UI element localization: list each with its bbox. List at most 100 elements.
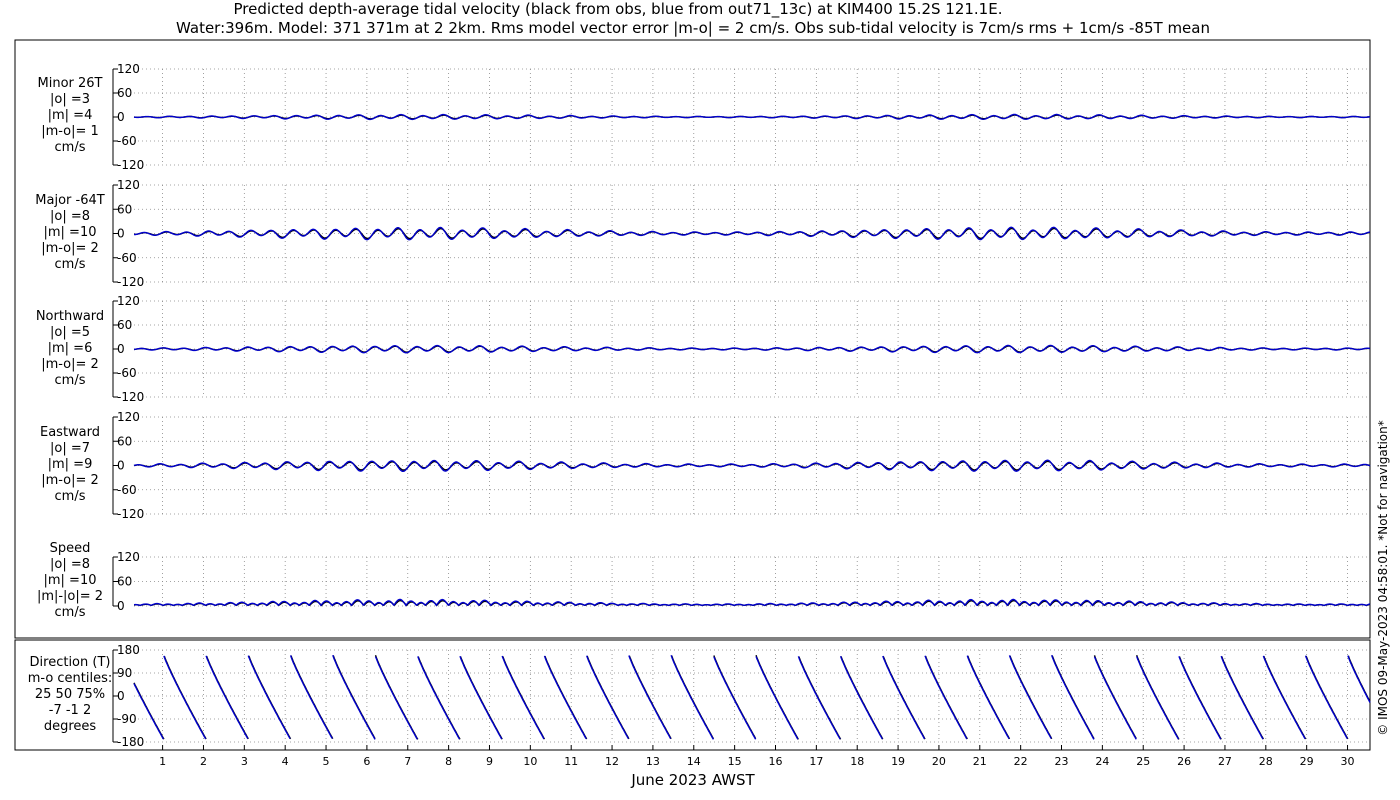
y-tick-label: 90	[117, 666, 132, 680]
y-tick-label: 60	[117, 318, 132, 332]
y-tick-label: -180	[117, 735, 144, 749]
panel-label-line: cm/s	[55, 605, 86, 620]
series-model-eastward	[133, 459, 1371, 472]
x-tick-label: 24	[1095, 755, 1109, 768]
panel-label-line: |o| =5	[50, 325, 90, 340]
series-model-minor	[133, 113, 1371, 121]
panel-eastward: Eastward|o| =7|m| =9|m-o|= 2cm/s 120 60 0 -6…	[40, 410, 1371, 521]
x-tick-label: 22	[1014, 755, 1028, 768]
panel-major: Major -64T|o| =8|m| =10|m-o|= 2cm/s 120 60…	[35, 178, 1371, 289]
panel-label-line: Minor 26T	[38, 76, 103, 91]
x-axis-label: June 2023 AWST	[630, 771, 755, 789]
panel-label-line: |m|-|o|= 2	[37, 589, 103, 604]
y-tick-label: 120	[117, 178, 140, 192]
y-tick-label: -60	[117, 134, 137, 148]
x-tick-label: 20	[932, 755, 946, 768]
x-tick-label: 5	[323, 755, 330, 768]
panel-label-line: |m| =10	[44, 573, 97, 588]
x-tick-label: 11	[564, 755, 578, 768]
y-tick-label: -120	[117, 158, 144, 172]
panel-label-line: 25 50 75%	[35, 687, 105, 702]
y-tick-label: 0	[117, 227, 125, 241]
panel-label-line: |m| =4	[48, 108, 93, 123]
y-tick-label: -90	[117, 712, 137, 726]
x-tick-label: 30	[1341, 755, 1355, 768]
panels: Minor 26T|o| =3|m| =4|m-o|= 1cm/s120600-…	[28, 62, 1371, 749]
x-tick-label: 19	[891, 755, 905, 768]
series-model-speed	[134, 598, 1371, 607]
x-axis: 1 2 3 4 5 6 7 8 9 10 11 12 13 14 15 16 17 18 19 20 21 22 23 24 2…	[159, 745, 1355, 768]
x-tick-label: 8	[445, 755, 452, 768]
panel-speed: Speed|o| =8|m| =10|m|-|o|= 2cm/s 120 60 0	[37, 541, 1371, 620]
x-tick-label: 15	[728, 755, 742, 768]
x-tick-label: 10	[523, 755, 537, 768]
x-tick-label: 25	[1136, 755, 1150, 768]
panel-label-line: |m-o|= 2	[41, 241, 99, 256]
y-tick-label: 60	[117, 434, 132, 448]
credit-text: © IMOS 09-May-2023 04:58:01. *Not for na…	[1376, 420, 1390, 736]
panel-label-line: m-o centiles:	[28, 671, 113, 686]
y-tick-label: -60	[117, 366, 137, 380]
y-tick-label: 0	[117, 342, 125, 356]
panel-label-line: Direction (T)	[30, 655, 111, 670]
panel-label-line: Northward	[36, 309, 104, 324]
y-tick-label: 60	[117, 86, 132, 100]
panel-label-line: cm/s	[55, 373, 86, 388]
x-tick-label: 18	[850, 755, 864, 768]
x-tick-label: 12	[605, 755, 619, 768]
panel-label-line: Speed	[50, 541, 91, 556]
x-tick-label: 29	[1300, 755, 1314, 768]
x-tick-label: 27	[1218, 755, 1232, 768]
panel-label-line: |m-o|= 1	[41, 124, 99, 139]
x-tick-label: 4	[282, 755, 289, 768]
panel-minor: Minor 26T|o| =3|m| =4|m-o|= 1cm/s 120 60 0 -…	[38, 62, 1371, 172]
y-tick-label: 60	[117, 575, 132, 589]
x-tick-label: 1	[159, 755, 166, 768]
panel-label-line: |o| =3	[50, 92, 90, 107]
panel-label-line: |o| =7	[50, 441, 90, 456]
panel-label-line: -7 -1 2	[49, 703, 91, 718]
panel-label-line: |m-o|= 2	[41, 357, 99, 372]
x-tick-label: 13	[646, 755, 660, 768]
y-tick-label: 120	[117, 294, 140, 308]
x-tick-label: 14	[687, 755, 701, 768]
tidal-velocity-figure: Predicted depth-average tidal velocity (…	[14, 0, 1390, 789]
chart-title-line-2: Water:396m. Model: 371 371m at 2 2km. Rm…	[176, 19, 1210, 37]
x-tick-label: 3	[241, 755, 248, 768]
panel-direction: Direction (T)m-o centiles:25 50 75%-7 -1…	[28, 643, 1371, 749]
y-tick-label: 0	[117, 689, 125, 703]
x-tick-label: 6	[363, 755, 370, 768]
panel-label-line: |o| =8	[50, 209, 90, 224]
panel-label-line: degrees	[44, 719, 97, 734]
lower-frame	[14, 639, 1371, 751]
panel-label-line: |o| =8	[50, 557, 90, 572]
panel-label-line: |m| =10	[44, 225, 97, 240]
x-tick-label: 28	[1259, 755, 1273, 768]
y-tick-label: 0	[117, 110, 125, 124]
y-tick-label: 180	[117, 643, 140, 657]
x-tick-label: 21	[973, 755, 987, 768]
x-tick-label: 16	[768, 755, 782, 768]
panel-label-line: |m| =9	[48, 457, 93, 472]
panel-label-line: cm/s	[55, 140, 86, 155]
x-tick-label: 17	[809, 755, 823, 768]
panel-label-line: |m| =6	[48, 341, 93, 356]
x-tick-label: 9	[486, 755, 493, 768]
y-tick-label: 120	[117, 550, 140, 564]
panel-northward: Northward|o| =5|m| =6|m-o|= 2cm/s 120 60 0 -…	[36, 294, 1371, 404]
y-tick-label: 0	[117, 459, 125, 473]
panel-label-line: cm/s	[55, 489, 86, 504]
panel-label-line: Major -64T	[35, 193, 104, 208]
series-model-northward	[133, 344, 1371, 354]
y-tick-label: 120	[117, 62, 140, 76]
y-tick-label: 0	[117, 599, 125, 613]
x-tick-label: 26	[1177, 755, 1191, 768]
upper-frame	[14, 39, 1371, 639]
x-tick-label: 2	[200, 755, 207, 768]
y-tick-label: -120	[117, 275, 144, 289]
series-obs-direction	[133, 654, 1371, 740]
x-tick-label: 23	[1055, 755, 1069, 768]
panel-label-line: cm/s	[55, 257, 86, 272]
y-tick-label: -60	[117, 483, 137, 497]
panel-label-line: |m-o|= 2	[41, 473, 99, 488]
